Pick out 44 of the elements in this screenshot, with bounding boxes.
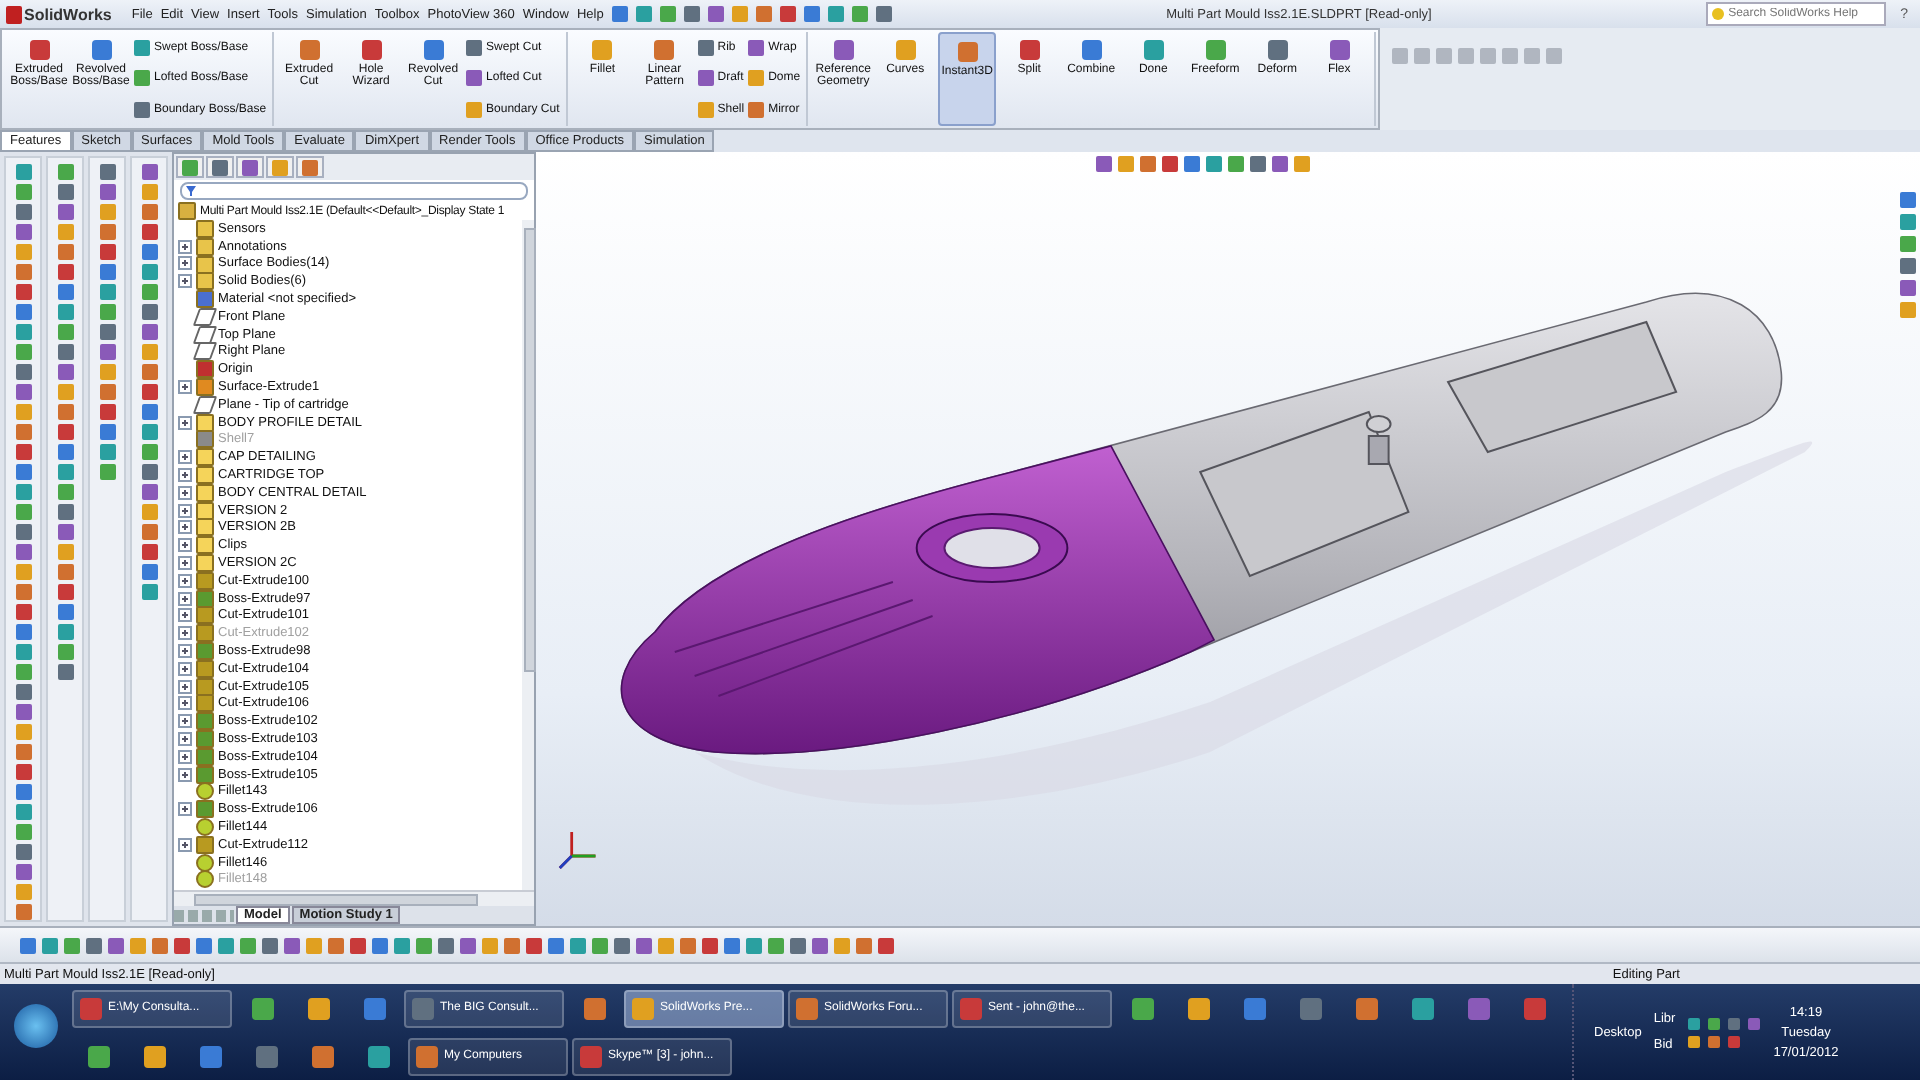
start-button[interactable]	[14, 1004, 58, 1048]
expand-icon[interactable]	[178, 415, 192, 430]
expand-icon[interactable]	[178, 503, 192, 518]
expand-icon[interactable]	[178, 767, 192, 782]
expand-icon[interactable]	[178, 591, 192, 606]
app-logo[interactable]: SolidWorks	[6, 5, 112, 23]
expand-icon[interactable]	[178, 556, 192, 571]
expand-icon[interactable]	[178, 608, 192, 623]
expand-icon[interactable]	[178, 468, 192, 483]
scrollbar[interactable]	[522, 220, 534, 890]
panel-tab-icon[interactable]	[206, 156, 234, 178]
expand-icon[interactable]	[178, 274, 192, 289]
panel-tab-icon[interactable]	[296, 156, 324, 178]
expand-icon[interactable]	[178, 661, 192, 676]
expand-icon[interactable]	[178, 573, 192, 588]
filter-field[interactable]	[180, 182, 528, 200]
expand-icon[interactable]	[178, 644, 192, 659]
feature-icon	[192, 325, 218, 344]
expand-icon[interactable]	[178, 450, 192, 465]
expand-icon[interactable]	[178, 485, 192, 500]
expand-icon[interactable]	[178, 802, 192, 817]
logo-text: SolidWorks	[24, 5, 112, 23]
filter-icon	[186, 186, 196, 196]
scrollbar[interactable]	[174, 890, 534, 906]
expand-icon[interactable]	[178, 714, 192, 729]
expand-icon[interactable]	[178, 679, 192, 694]
expand-icon[interactable]	[178, 239, 192, 254]
expand-icon[interactable]	[178, 626, 192, 641]
panel-tab-icon[interactable]	[266, 156, 294, 178]
part-icon	[178, 202, 196, 220]
panel-tab-icon[interactable]	[236, 156, 264, 178]
expand-icon[interactable]	[178, 837, 192, 852]
expand-icon[interactable]	[178, 696, 192, 711]
tab-scroll-icon[interactable]	[174, 909, 234, 921]
expand-icon[interactable]	[178, 538, 192, 553]
logo-icon	[6, 5, 22, 23]
expand-icon[interactable]	[178, 520, 192, 535]
expand-icon[interactable]	[178, 380, 192, 395]
expand-icon[interactable]	[178, 732, 192, 746]
expand-icon[interactable]	[178, 256, 192, 271]
axis-triad-icon	[558, 830, 597, 870]
panel-tab-icon[interactable]	[176, 156, 204, 178]
bulb-icon	[1712, 8, 1725, 20]
expand-icon[interactable]	[178, 749, 192, 764]
